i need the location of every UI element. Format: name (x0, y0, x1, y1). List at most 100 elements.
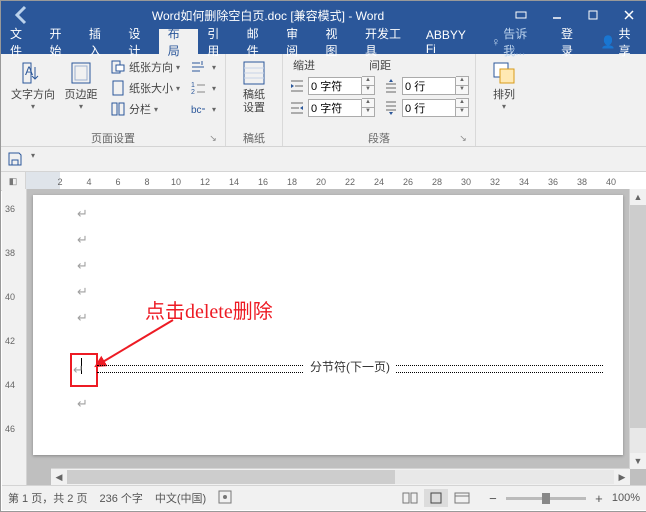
group-page-setup: A 文字方向 ▾ 页边距 ▾ 纸张方向▾ 纸张大小▾ 分栏▾ ▾ 12▾ bc▾… (1, 54, 226, 146)
spacing-after: ▲▼ (383, 98, 469, 117)
size-button[interactable]: 纸张大小▾ (107, 78, 183, 98)
document-area: 363840424446 ↵ ↵ ↵ ↵ ↵ 点击delete删除 ↵ 分节符(… (2, 189, 646, 485)
svg-text:2: 2 (191, 89, 195, 96)
indent-left-input[interactable] (308, 77, 362, 95)
page[interactable]: ↵ ↵ ↵ ↵ ↵ 点击delete删除 ↵ 分节符(下一页) ↵ (33, 195, 623, 455)
ribbon-tabs: 文件 开始 插入 设计 布局 引用 邮件 审阅 视图 开发工具 ABBYY Fi… (1, 29, 646, 54)
tab-abbyy[interactable]: ABBYY Fi (417, 29, 482, 54)
spacing-before-spinner[interactable]: ▲▼ (456, 76, 469, 95)
spacing-sublabel: 间距 (365, 57, 411, 75)
margins-button[interactable]: 页边距 ▾ (59, 57, 103, 113)
scroll-down-icon[interactable]: ▼ (630, 453, 646, 469)
vertical-ruler[interactable]: 363840424446 (2, 189, 27, 485)
tab-references[interactable]: 引用 (198, 29, 237, 54)
share-button[interactable]: 👤共享 (591, 29, 646, 54)
orientation-button[interactable]: 纸张方向▾ (107, 57, 183, 77)
macro-icon[interactable] (218, 490, 232, 507)
scroll-up-icon[interactable]: ▲ (630, 189, 646, 205)
indent-right-icon (289, 100, 305, 116)
paragraph-mark: ↵ (77, 253, 603, 279)
spacing-before: ▲▼ (383, 76, 469, 95)
indent-left-spinner[interactable]: ▲▼ (362, 76, 375, 95)
hyphenation-icon: bc (190, 101, 206, 117)
zoom-value[interactable]: 100% (612, 492, 640, 504)
chevron-down-icon: ▾ (212, 84, 216, 93)
paragraph-mark: ↵ (73, 357, 84, 383)
indent-right-spinner[interactable]: ▲▼ (362, 98, 375, 117)
back-icon[interactable] (9, 3, 33, 27)
line-numbers-icon: 12 (190, 80, 206, 96)
spacing-after-input[interactable] (402, 99, 456, 117)
group-label-stationery: 稿纸 (232, 130, 276, 145)
dialog-launcher-icon[interactable]: ↘ (457, 133, 469, 145)
chevron-down-icon: ▾ (31, 102, 35, 111)
zoom-slider[interactable] (506, 497, 586, 500)
hyphenation-button[interactable]: bc ▾ (187, 99, 219, 119)
spacing-after-spinner[interactable]: ▲▼ (456, 98, 469, 117)
share-label: 共享 (618, 25, 638, 59)
vertical-scrollbar[interactable]: ▲ ▼ (629, 189, 646, 469)
tab-home[interactable]: 开始 (40, 29, 79, 54)
status-language[interactable]: 中文(中国) (155, 490, 206, 506)
tab-view[interactable]: 视图 (317, 29, 356, 54)
read-mode-button[interactable] (398, 489, 422, 507)
ruler-corner[interactable]: ◧ (1, 172, 26, 190)
zoom-out-button[interactable]: − (486, 491, 500, 506)
statusbar: 第 1 页，共 2 页 236 个字 中文(中国) − + 100% (2, 485, 646, 510)
document-scroll[interactable]: ↵ ↵ ↵ ↵ ↵ 点击delete删除 ↵ 分节符(下一页) ↵ ▲ ▼ (27, 189, 646, 485)
window-title: Word如何删除空白页.doc [兼容模式] - Word (33, 7, 503, 24)
orientation-icon (110, 59, 126, 75)
chevron-down-icon: ▾ (176, 84, 180, 93)
status-page[interactable]: 第 1 页，共 2 页 (8, 490, 87, 506)
horizontal-ruler[interactable]: 246810121416182022242628303234363840 (26, 172, 646, 190)
save-icon[interactable] (7, 151, 23, 167)
breaks-button[interactable]: ▾ (187, 57, 219, 77)
scroll-left-icon[interactable]: ◀ (51, 469, 67, 485)
chevron-down-icon: ▾ (79, 102, 83, 111)
login-button[interactable]: 登录 (552, 29, 591, 54)
chevron-down-icon: ▾ (154, 105, 158, 114)
chevron-down-icon: ▾ (212, 105, 216, 114)
arrange-button[interactable]: 排列 ▾ (482, 57, 526, 113)
tab-design[interactable]: 设计 (119, 29, 158, 54)
share-icon: 👤 (600, 35, 615, 49)
tab-file[interactable]: 文件 (1, 29, 40, 54)
qat-dropdown-icon[interactable]: ▾ (31, 151, 47, 167)
print-layout-button[interactable] (424, 489, 448, 507)
arrange-icon (490, 59, 518, 87)
status-words[interactable]: 236 个字 (99, 490, 142, 506)
columns-icon (110, 101, 126, 117)
orientation-label: 纸张方向 (129, 59, 173, 75)
group-stationery: 稿纸 设置 稿纸 (226, 54, 283, 146)
tell-me[interactable]: ♀告诉我... (482, 29, 552, 54)
stationery-button[interactable]: 稿纸 设置 (232, 57, 276, 117)
tab-insert[interactable]: 插入 (80, 29, 119, 54)
stationery-icon (240, 59, 268, 87)
view-buttons (398, 489, 474, 507)
tab-layout[interactable]: 布局 (159, 29, 198, 54)
chevron-down-icon: ▾ (502, 102, 506, 111)
size-label: 纸张大小 (129, 80, 173, 96)
text-direction-button[interactable]: A 文字方向 ▾ (7, 57, 59, 113)
web-layout-button[interactable] (450, 489, 474, 507)
tab-developer[interactable]: 开发工具 (356, 29, 417, 54)
zoom-in-button[interactable]: + (592, 491, 606, 506)
indent-right-input[interactable] (308, 99, 362, 117)
paragraph-mark: ↵ (77, 391, 88, 417)
columns-button[interactable]: 分栏▾ (107, 99, 183, 119)
line-numbers-button[interactable]: 12 ▾ (187, 78, 219, 98)
text-direction-icon: A (19, 59, 47, 87)
indent-left: ▲▼ (289, 76, 375, 95)
lightbulb-icon: ♀ (491, 35, 500, 49)
group-label-page-setup: 页面设置↘ (7, 130, 219, 145)
horizontal-scrollbar[interactable]: ◀ ▶ (51, 468, 630, 485)
tab-review[interactable]: 审阅 (277, 29, 316, 54)
group-label-arrange (482, 130, 526, 145)
stationery-label: 稿纸 设置 (243, 89, 265, 115)
text-direction-label: 文字方向 (11, 89, 55, 102)
dialog-launcher-icon[interactable]: ↘ (207, 133, 219, 145)
margins-icon (67, 59, 95, 87)
tab-mailings[interactable]: 邮件 (238, 29, 277, 54)
spacing-before-input[interactable] (402, 77, 456, 95)
scroll-right-icon[interactable]: ▶ (614, 469, 630, 485)
